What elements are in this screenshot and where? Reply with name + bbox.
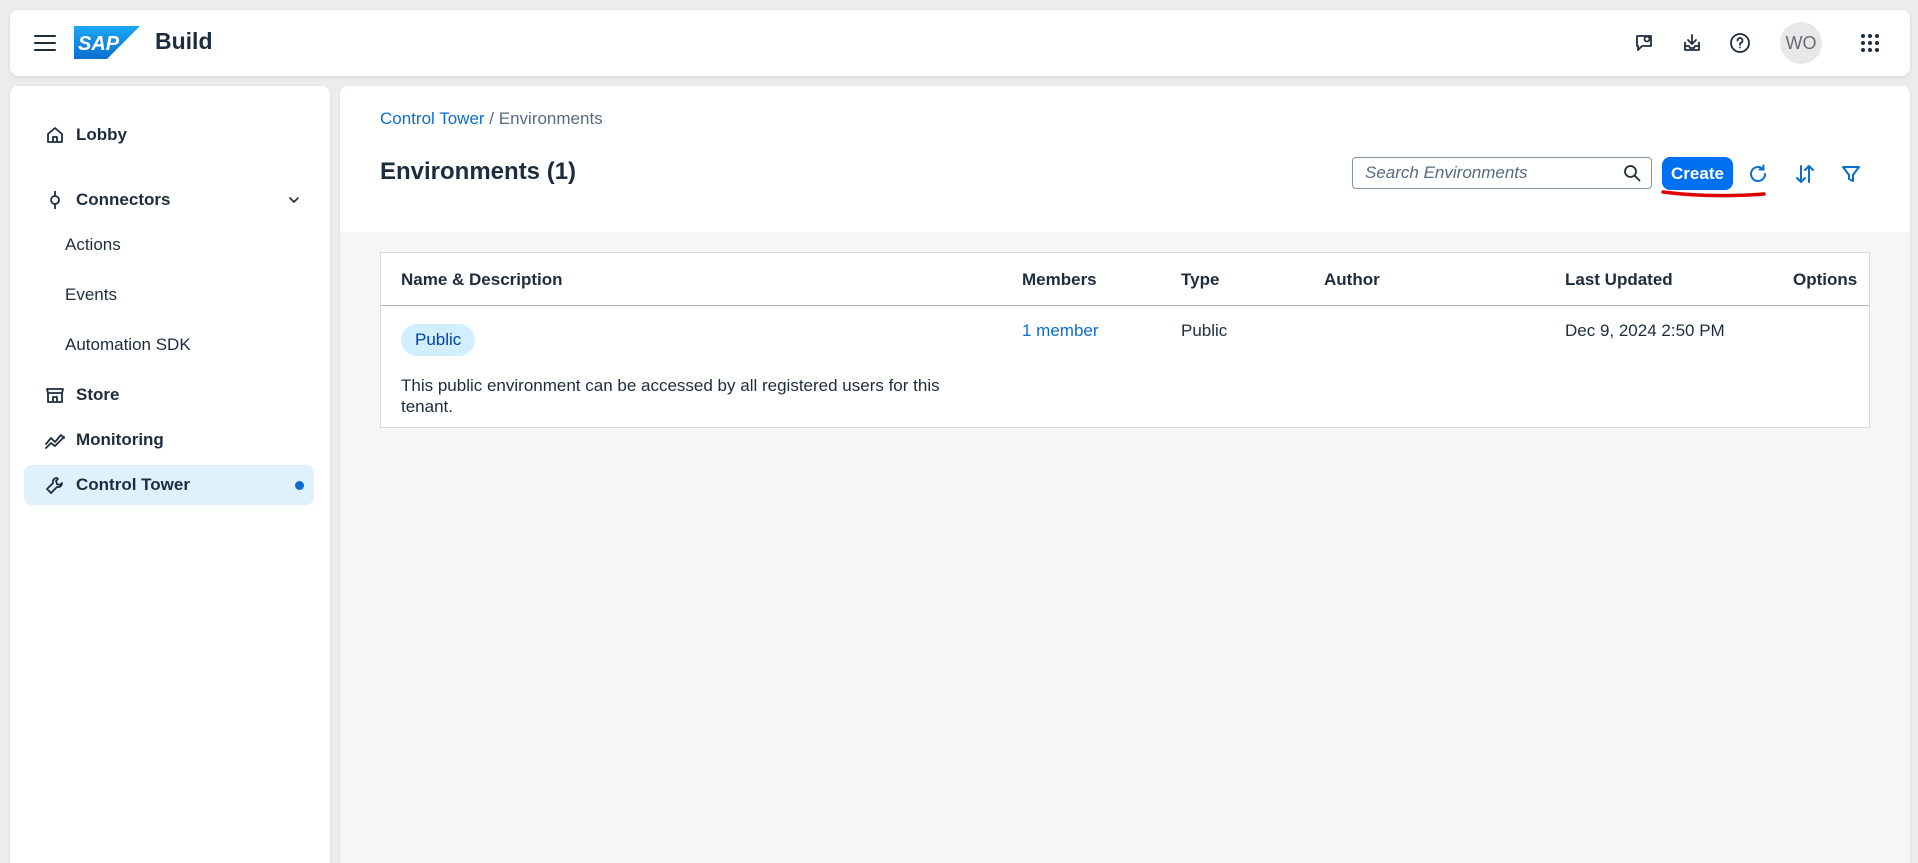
menu-bar <box>34 42 56 44</box>
search-icon[interactable] <box>1621 162 1643 184</box>
table-row[interactable]: Public This public environment can be ac… <box>381 306 1869 427</box>
sap-logo-text: SAP <box>78 33 120 55</box>
sidebar-item-events[interactable]: Events <box>24 275 314 315</box>
column-header-members[interactable]: Members <box>1022 270 1097 290</box>
sidebar-item-label: Connectors <box>76 190 171 209</box>
wrench-icon <box>44 474 66 496</box>
environments-table: Name & Description Members Type Author L… <box>380 252 1870 428</box>
breadcrumb-current: Environments <box>498 109 603 128</box>
refresh-icon <box>1750 164 1766 182</box>
sidebar-item-label: Store <box>76 385 120 404</box>
sidebar-item-label: Monitoring <box>76 430 164 449</box>
selected-indicator <box>295 481 304 490</box>
chevron-down-icon[interactable] <box>286 192 302 208</box>
column-header-last-updated[interactable]: Last Updated <box>1565 270 1673 290</box>
inbox-download-icon[interactable] <box>1674 25 1710 61</box>
sap-logo[interactable]: SAP <box>74 26 140 59</box>
store-icon <box>44 384 66 406</box>
filter-button[interactable] <box>1836 159 1866 189</box>
breadcrumb-separator: / <box>484 109 499 128</box>
main-content: Control Tower / Environments Environment… <box>340 86 1910 863</box>
sidebar-item-label: Automation SDK <box>65 335 191 354</box>
search-input[interactable] <box>1365 163 1621 183</box>
menu-bar <box>34 49 56 51</box>
shell-bar: SAP Build WO <box>10 10 1910 76</box>
environment-description: This public environment can be accessed … <box>401 376 940 416</box>
product-switch-icon[interactable] <box>1852 25 1888 61</box>
column-header-name[interactable]: Name & Description <box>401 270 563 290</box>
menu-icon[interactable] <box>34 32 56 54</box>
sidebar-item-label: Actions <box>65 235 121 254</box>
refresh-button[interactable] <box>1743 159 1773 189</box>
shell-actions: WO <box>1614 10 1910 76</box>
feedback-icon[interactable] <box>1626 25 1662 61</box>
environment-type: Public <box>1181 321 1228 340</box>
sidebar-item-label: Events <box>65 285 117 304</box>
last-updated: Dec 9, 2024 2:50 PM <box>1565 321 1725 340</box>
column-header-options[interactable]: Options <box>1793 270 1857 290</box>
members-link[interactable]: 1 member <box>1022 321 1099 341</box>
monitoring-icon <box>44 429 66 451</box>
breadcrumb-link-control-tower[interactable]: Control Tower <box>380 109 485 128</box>
sidebar-item-actions[interactable]: Actions <box>24 225 314 265</box>
column-header-author[interactable]: Author <box>1324 270 1380 290</box>
filter-icon <box>1842 166 1860 182</box>
sidebar-item-label: Control Tower <box>76 475 190 494</box>
sidebar-item-lobby[interactable]: Lobby <box>24 115 314 155</box>
product-name: Build <box>155 28 213 54</box>
connector-icon <box>44 189 66 211</box>
sort-icon <box>1796 165 1814 183</box>
menu-bar <box>34 35 56 37</box>
help-icon[interactable] <box>1722 25 1758 61</box>
column-header-type[interactable]: Type <box>1181 270 1219 290</box>
breadcrumb: Control Tower / Environments <box>380 109 603 129</box>
home-icon <box>44 124 66 146</box>
page-header: Control Tower / Environments Environment… <box>340 86 1910 232</box>
avatar[interactable]: WO <box>1780 22 1822 64</box>
sidebar-item-control-tower[interactable]: Control Tower <box>24 465 314 505</box>
sidebar-item-label: Lobby <box>76 125 127 144</box>
search-field[interactable] <box>1352 157 1652 189</box>
sidebar-item-connectors[interactable]: Connectors <box>24 180 314 220</box>
sidebar-item-store[interactable]: Store <box>24 375 314 415</box>
sidebar-item-monitoring[interactable]: Monitoring <box>24 420 314 460</box>
sidebar-item-automation-sdk[interactable]: Automation SDK <box>24 325 314 365</box>
sort-button[interactable] <box>1790 159 1820 189</box>
environment-name-tag[interactable]: Public <box>401 324 476 356</box>
page-title: Environments (1) <box>380 158 577 185</box>
side-navigation: Lobby Connectors Actions Events Automati… <box>10 86 330 863</box>
